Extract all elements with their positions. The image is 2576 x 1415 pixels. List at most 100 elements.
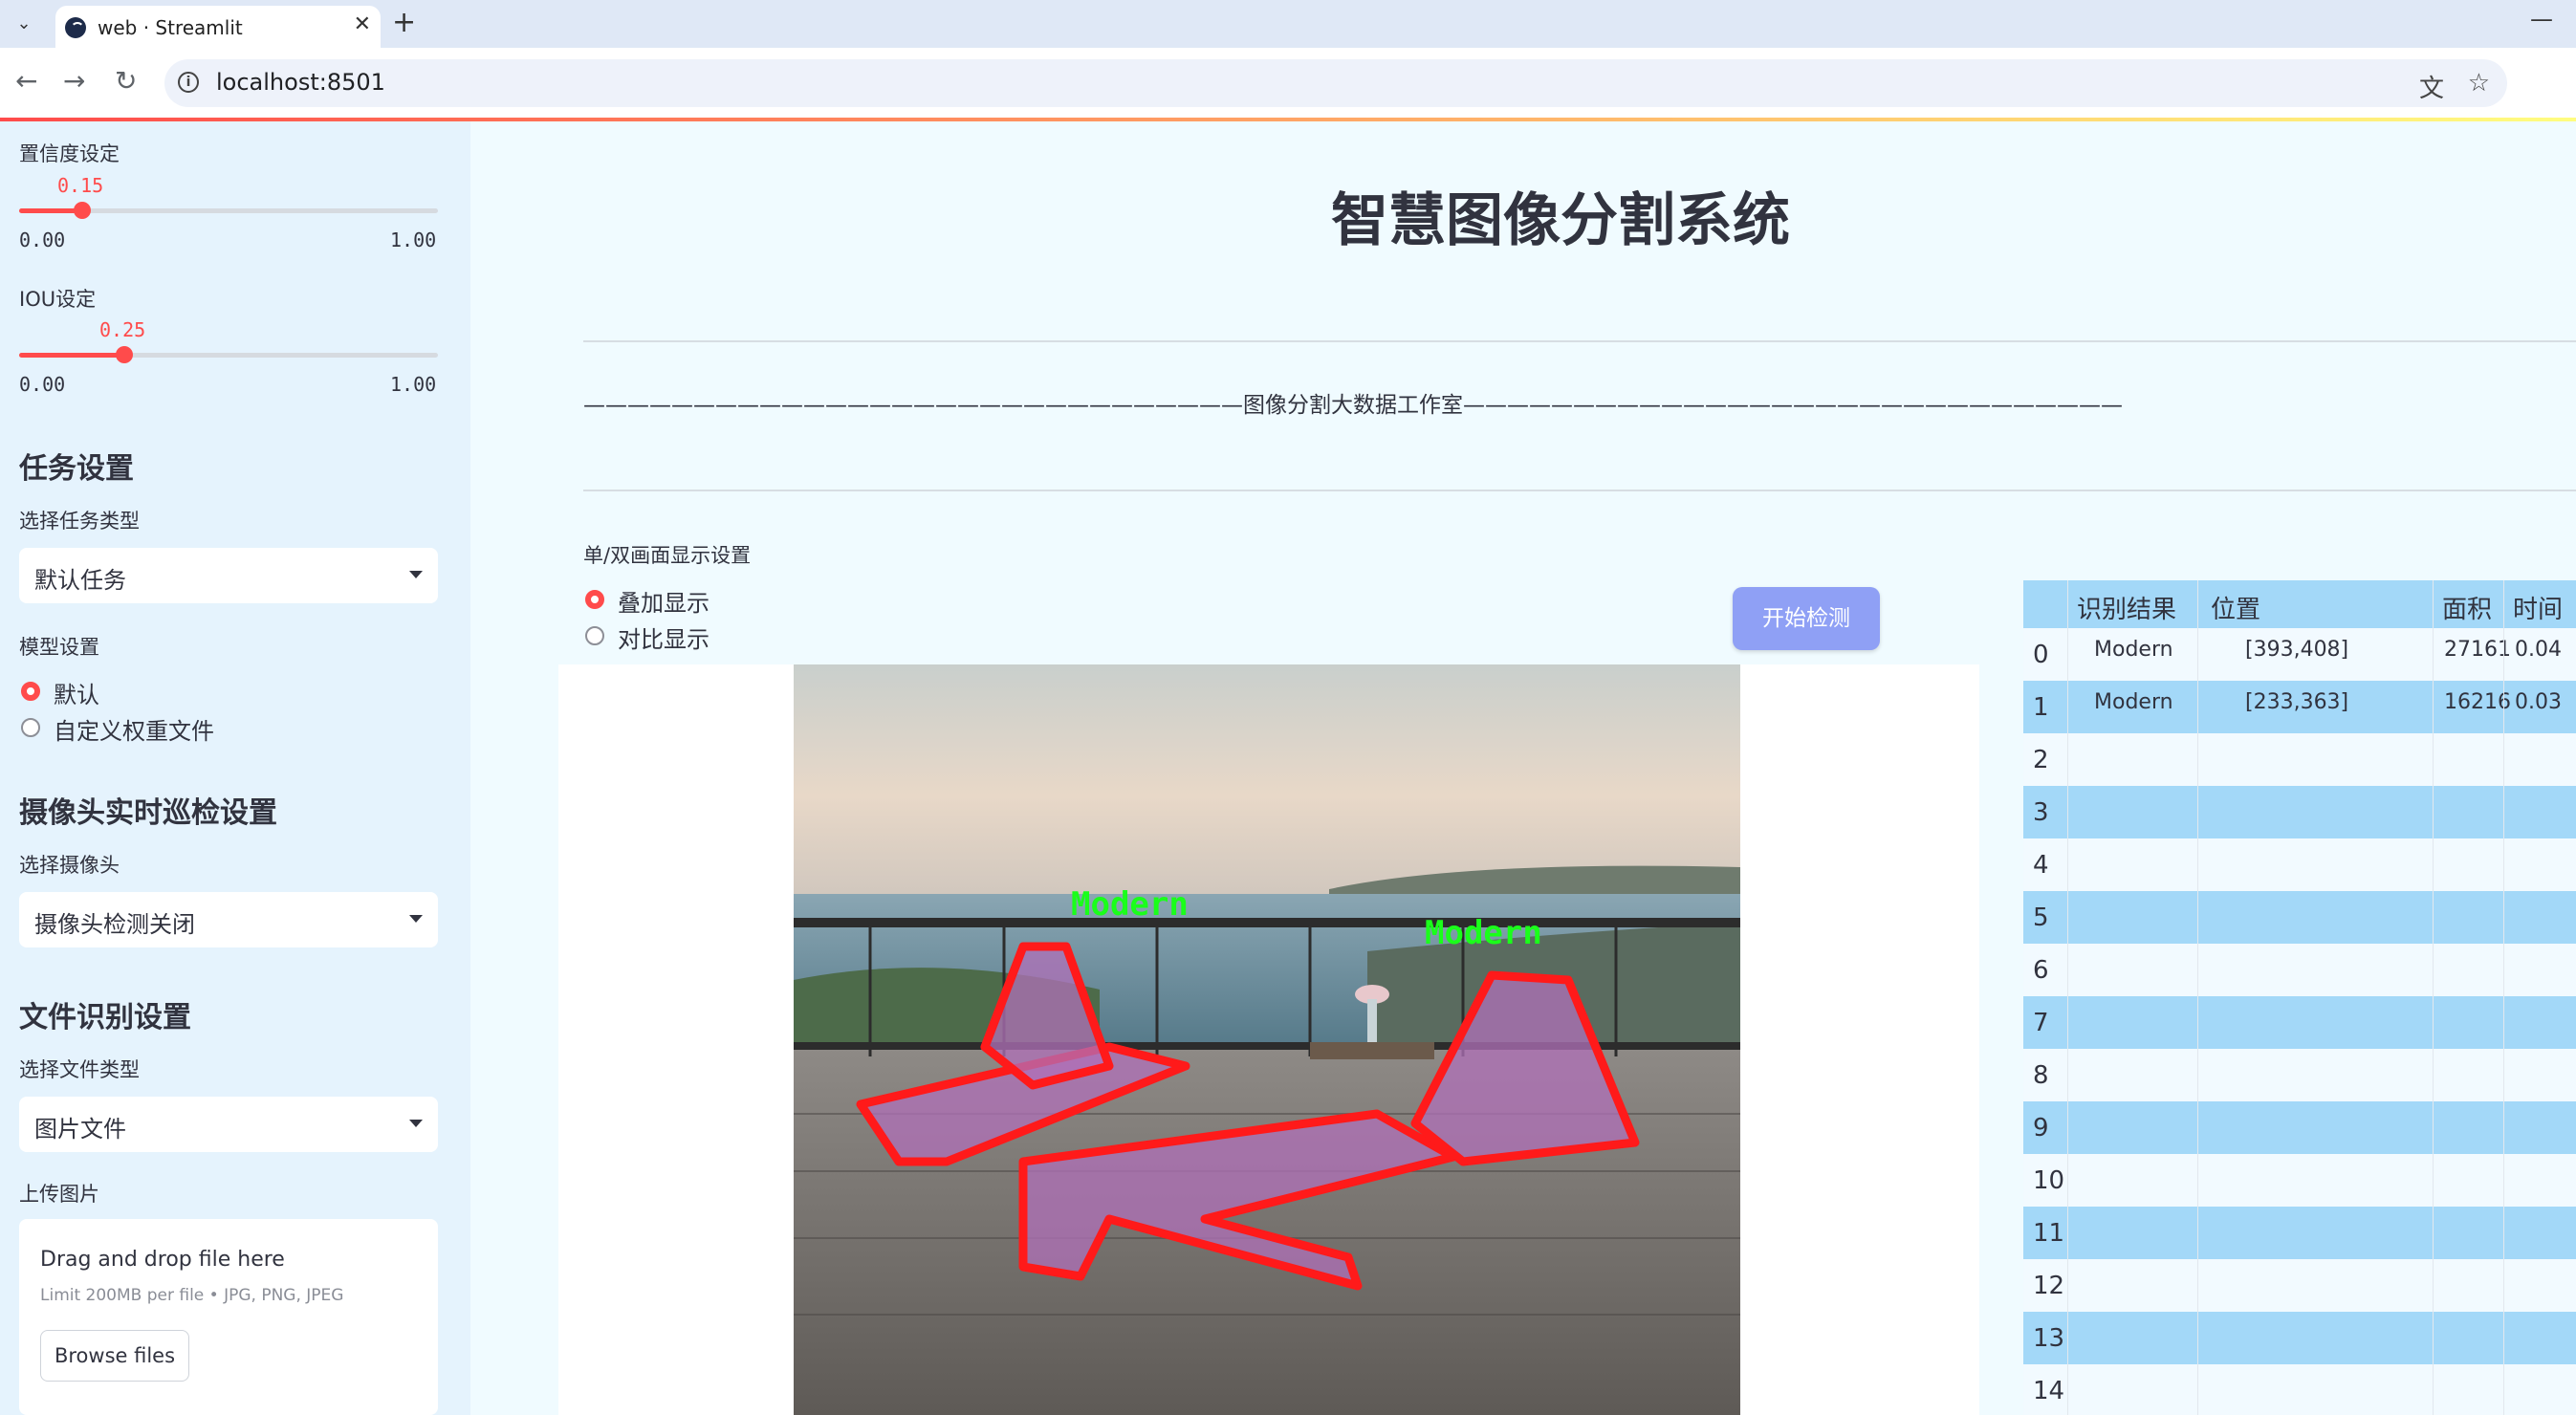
chevron-down-icon [409,915,423,923]
table-row[interactable]: 2 [2023,733,2576,786]
dropzone-limit: Limit 200MB per file • JPG, PNG, JPEG [40,1286,344,1305]
start-detection-button[interactable]: 开始检测 [1733,587,1880,650]
model-option-default[interactable]: 默认 [54,676,99,709]
segmentation-result-image: Modern Modern [794,664,1740,1415]
row-index: 13 [2033,1324,2065,1353]
dropzone-title: Drag and drop file here [40,1248,285,1272]
col-time[interactable]: 时间 [2513,590,2563,625]
table-row[interactable]: 8 [2023,1049,2576,1101]
confidence-slider-thumb[interactable] [73,202,91,219]
forward-icon[interactable]: → [63,65,85,98]
minimize-icon[interactable]: — [2530,6,2553,33]
tab-close-icon[interactable]: ✕ [354,12,371,36]
url-field[interactable]: i localhost:8501 文 ☆ [164,59,2507,107]
display-mode-label: 单/双画面显示设置 [583,544,752,567]
display-radio-compare[interactable] [585,626,604,645]
browser-tab-bar: ⌄ web · Streamlit ✕ + — [0,0,2576,48]
table-row[interactable]: 7 [2023,996,2576,1049]
row-index: 11 [2033,1219,2065,1248]
confidence-slider-fill [19,208,82,213]
cell-area: 16216 [2444,690,2511,714]
browse-files-button[interactable]: Browse files [40,1330,189,1382]
detection-label-2: Modern [1425,914,1542,952]
site-info-icon[interactable]: i [178,72,199,93]
sidebar: 置信度设定 0.15 0.00 1.00 IOU设定 0.25 0.00 1.0… [0,121,470,1415]
chevron-down-icon [409,1120,423,1127]
iou-slider-fill [19,353,124,358]
cell-position: [393,408] [2245,638,2349,662]
row-index: 8 [2033,1061,2049,1090]
row-index: 10 [2033,1166,2065,1195]
task-type-select[interactable]: 默认任务 [19,548,438,603]
url-text[interactable]: localhost:8501 [216,69,385,96]
row-index: 9 [2033,1114,2049,1143]
display-option-overlay[interactable]: 叠加显示 [618,584,709,618]
table-header: 识别结果 位置 面积 时间 [2023,580,2576,628]
row-index: 7 [2033,1009,2049,1037]
cell-time: 0.04 [2515,638,2562,662]
table-row[interactable]: 14 [2023,1364,2576,1415]
table-row[interactable]: 9 [2023,1101,2576,1154]
col-position[interactable]: 位置 [2211,590,2260,625]
camera-section-title: 摄像头实时巡检设置 [19,796,277,830]
model-option-custom[interactable]: 自定义权重文件 [54,712,214,746]
table-row[interactable]: 13 [2023,1312,2576,1364]
translate-icon[interactable]: 文 [2419,69,2444,104]
table-row[interactable]: 5 [2023,891,2576,944]
row-index: 3 [2033,798,2049,827]
column-divider [2197,580,2198,1415]
table-row[interactable]: 11 [2023,1207,2576,1259]
model-label: 模型设置 [19,636,99,659]
divider [583,340,2576,342]
table-row[interactable]: 10 [2023,1154,2576,1207]
row-index: 1 [2033,693,2049,722]
confidence-min: 0.00 [19,229,66,251]
iou-max: 1.00 [390,373,437,396]
main-content: 智慧图像分割系统 ——————————————————————————————图… [470,121,2576,1415]
results-table[interactable]: 识别结果 位置 面积 时间 0 Modern [393,408] 27161 0.04 1… [2023,580,2576,1415]
browser-tab[interactable]: web · Streamlit ✕ [55,6,381,48]
table-row[interactable]: 3 [2023,786,2576,838]
table-row[interactable]: 1 Modern [233,363] 16216 0.03 [2023,681,2576,733]
file-type-value: 图片文件 [34,1116,126,1143]
chevron-down-icon [409,571,423,578]
display-radio-overlay[interactable] [585,590,604,609]
bookmark-star-icon[interactable]: ☆ [2468,69,2490,98]
table-row[interactable]: 12 [2023,1259,2576,1312]
iou-min: 0.00 [19,373,66,396]
table-row[interactable]: 0 Modern [393,408] 27161 0.04 [2023,628,2576,681]
col-result[interactable]: 识别结果 [2077,590,2176,625]
table-row[interactable]: 6 [2023,944,2576,996]
detection-label-1: Modern [1071,885,1189,924]
row-index: 0 [2033,641,2049,669]
divider [583,490,2576,491]
row-index: 14 [2033,1377,2065,1405]
cell-position: [233,363] [2245,690,2349,714]
studio-banner: ——————————————————————————————图像分割大数据工作室… [583,393,2123,418]
display-option-compare[interactable]: 对比显示 [618,620,709,654]
table-row[interactable]: 4 [2023,838,2576,891]
cell-time: 0.03 [2515,690,2562,714]
camera-select[interactable]: 摄像头检测关闭 [19,892,438,947]
new-tab-icon[interactable]: + [392,6,416,40]
iou-slider[interactable] [19,346,438,363]
row-index: 6 [2033,956,2049,985]
col-area[interactable]: 面积 [2442,590,2492,625]
reload-icon[interactable]: ↻ [115,65,137,98]
back-icon[interactable]: ← [15,65,37,98]
column-divider [2433,580,2434,1415]
file-type-select[interactable]: 图片文件 [19,1097,438,1152]
file-section-title: 文件识别设置 [19,1001,191,1034]
file-dropzone[interactable]: Drag and drop file here Limit 200MB per … [19,1219,438,1415]
confidence-slider[interactable] [19,202,438,219]
tab-search-icon[interactable]: ⌄ [8,8,40,40]
address-bar-row: ← → ↻ i localhost:8501 文 ☆ [0,48,2576,119]
model-radio-default[interactable] [21,682,40,701]
model-radio-custom[interactable] [21,718,40,737]
page-title: 智慧图像分割系统 [1331,187,1790,254]
streamlit-favicon-icon [65,17,86,38]
iou-slider-thumb[interactable] [115,346,133,363]
row-index: 4 [2033,851,2049,880]
row-index: 5 [2033,903,2049,932]
cell-area: 27161 [2444,638,2511,662]
